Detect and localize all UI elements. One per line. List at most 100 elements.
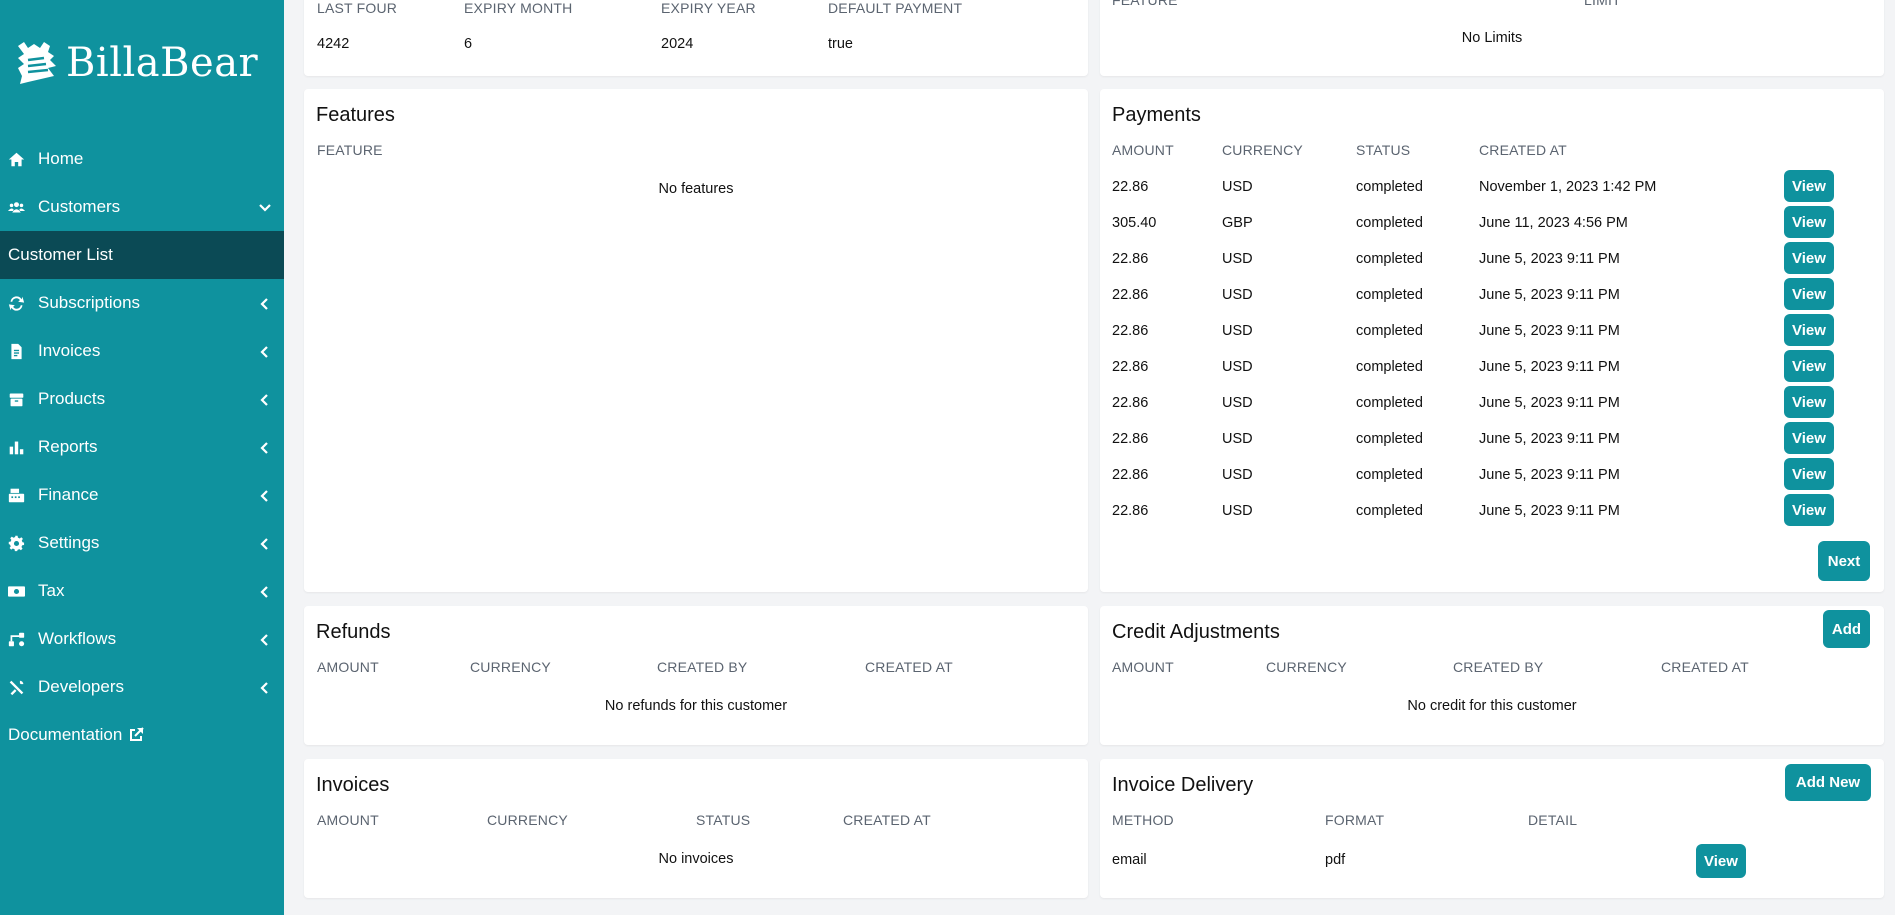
table-row: 22.86 USD completed June 5, 2023 9:11 PM Vie… xyxy=(1100,240,1884,276)
column-header: CURRENCY xyxy=(470,659,551,675)
payment-amount: 305.40 xyxy=(1112,215,1157,231)
payment-status: completed xyxy=(1356,467,1423,483)
view-payment-button[interactable]: View xyxy=(1784,422,1834,454)
sidebar-item-settings[interactable]: Settings xyxy=(0,519,284,567)
payment-status: completed xyxy=(1356,251,1423,267)
view-delivery-button[interactable]: View xyxy=(1696,844,1746,878)
gear-icon xyxy=(8,535,30,552)
payment-amount: 22.86 xyxy=(1112,179,1149,195)
features-title: Features xyxy=(316,104,395,126)
invoice-delivery-title: Invoice Delivery xyxy=(1112,774,1254,796)
chevron-left-icon xyxy=(258,536,272,550)
external-link-icon xyxy=(130,727,145,741)
column-header: CREATED AT xyxy=(1661,659,1749,675)
limits-empty-message: No Limits xyxy=(1461,30,1523,46)
tools-icon xyxy=(8,679,30,696)
invoices-card: Invoices AMOUNT CURRENCY STATUS CREATED … xyxy=(304,759,1088,898)
view-payment-button[interactable]: View xyxy=(1784,494,1834,526)
view-payment-button[interactable]: View xyxy=(1784,278,1834,310)
sidebar-item-label: Reports xyxy=(38,437,98,456)
sidebar-item-tax[interactable]: Tax xyxy=(0,567,284,615)
refunds-empty-message: No refunds for this customer xyxy=(604,698,788,714)
sidebar-item-label: Developers xyxy=(38,677,124,696)
sidebar-item-label: Finance xyxy=(38,485,99,504)
payment-status: completed xyxy=(1356,323,1423,339)
next-page-button[interactable]: Next xyxy=(1818,541,1870,581)
sidebar-item-customer-list[interactable]: Customer List xyxy=(0,231,284,279)
limits-card: FEATURE LIMIT No Limits xyxy=(1100,0,1884,76)
payment-status: completed xyxy=(1356,359,1423,375)
sidebar-item-label: Products xyxy=(38,389,106,408)
brand-name: BillaBear xyxy=(66,40,259,86)
column-header: EXPIRY YEAR xyxy=(661,0,756,16)
view-payment-button[interactable]: View xyxy=(1784,206,1834,238)
view-payment-button[interactable]: View xyxy=(1784,386,1834,418)
sidebar-item-customers[interactable]: Customers xyxy=(0,183,284,231)
payment-amount: 22.86 xyxy=(1112,503,1149,519)
sidebar-item-documentation[interactable]: Documentation xyxy=(0,711,284,759)
sidebar-item-invoices[interactable]: Invoices xyxy=(0,327,284,375)
payment-created-at: June 11, 2023 4:56 PM xyxy=(1479,215,1628,231)
column-header: DEFAULT PAYMENT xyxy=(828,0,963,16)
view-payment-button[interactable]: View xyxy=(1784,170,1834,202)
chevron-down-icon xyxy=(258,200,272,214)
add-new-delivery-button[interactable]: Add New xyxy=(1785,764,1871,801)
payment-amount: 22.86 xyxy=(1112,395,1149,411)
table-row: 22.86 USD completed June 5, 2023 9:11 PM Vie… xyxy=(1100,312,1884,348)
payment-currency: USD xyxy=(1222,179,1253,195)
column-header: CURRENCY xyxy=(1266,659,1347,675)
table-row: 22.86 USD completed June 5, 2023 9:11 PM Vie… xyxy=(1100,456,1884,492)
delivery-format-value: pdf xyxy=(1325,852,1346,868)
repeat-icon xyxy=(8,295,30,312)
column-header: DETAIL xyxy=(1528,812,1578,828)
money-icon xyxy=(8,583,30,600)
invoices-empty-message: No invoices xyxy=(658,851,734,867)
payment-status: completed xyxy=(1356,179,1423,195)
last-four-value: 4242 xyxy=(317,36,350,52)
column-header: AMOUNT xyxy=(317,812,379,828)
payment-currency: USD xyxy=(1222,251,1253,267)
table-row: 22.86 USD completed June 5, 2023 9:11 PM Vie… xyxy=(1100,492,1884,528)
chart-icon xyxy=(8,439,30,456)
default-payment-value: true xyxy=(828,36,853,52)
table-row: 22.86 USD completed June 5, 2023 9:11 PM Vie… xyxy=(1100,276,1884,312)
chevron-left-icon xyxy=(258,392,272,406)
sidebar-item-workflows[interactable]: Workflows xyxy=(0,615,284,663)
payment-amount: 22.86 xyxy=(1112,251,1149,267)
add-credit-button[interactable]: Add xyxy=(1823,610,1870,648)
sidebar-item-products[interactable]: Products xyxy=(0,375,284,423)
sidebar-item-label: Customer List xyxy=(8,245,113,264)
column-header: LAST FOUR xyxy=(317,0,398,16)
brand-logo[interactable]: BillaBear xyxy=(14,38,258,88)
column-header: EXPIRY MONTH xyxy=(464,0,573,16)
table-row: 22.86 USD completed June 5, 2023 9:11 PM Vie… xyxy=(1100,348,1884,384)
chevron-left-icon xyxy=(258,488,272,502)
sidebar-item-reports[interactable]: Reports xyxy=(0,423,284,471)
sidebar-nav: Home Customers Customer List Subscriptio… xyxy=(0,135,284,759)
payment-currency: USD xyxy=(1222,431,1253,447)
view-payment-button[interactable]: View xyxy=(1784,242,1834,274)
refunds-card: Refunds AMOUNT CURRENCY CREATED BY CREAT… xyxy=(304,606,1088,745)
column-header: FEATURE xyxy=(1112,0,1178,8)
column-header: FEATURE xyxy=(317,142,383,158)
column-header: STATUS xyxy=(696,812,751,828)
expiry-month-value: 6 xyxy=(464,36,473,52)
payment-status: completed xyxy=(1356,215,1423,231)
sidebar-item-subscriptions[interactable]: Subscriptions xyxy=(0,279,284,327)
payment-amount: 22.86 xyxy=(1112,467,1149,483)
view-payment-button[interactable]: View xyxy=(1784,350,1834,382)
column-header: CURRENCY xyxy=(1222,142,1303,158)
view-payment-button[interactable]: View xyxy=(1784,314,1834,346)
invoice-delivery-card: Invoice Delivery Add New METHOD FORMAT D… xyxy=(1100,759,1884,898)
payment-amount: 22.86 xyxy=(1112,431,1149,447)
sidebar-item-developers[interactable]: Developers xyxy=(0,663,284,711)
refunds-title: Refunds xyxy=(316,621,391,643)
payment-methods-card: LAST FOUR EXPIRY MONTH EXPIRY YEAR DEFAU… xyxy=(304,0,1088,76)
sidebar-item-finance[interactable]: Finance xyxy=(0,471,284,519)
sidebar-item-label: Invoices xyxy=(38,341,101,360)
view-payment-button[interactable]: View xyxy=(1784,458,1834,490)
sidebar: BillaBear Home Customers Customer List S… xyxy=(0,0,284,915)
column-header: AMOUNT xyxy=(1112,142,1174,158)
payments-title: Payments xyxy=(1112,104,1201,126)
sidebar-item-home[interactable]: Home xyxy=(0,135,284,183)
